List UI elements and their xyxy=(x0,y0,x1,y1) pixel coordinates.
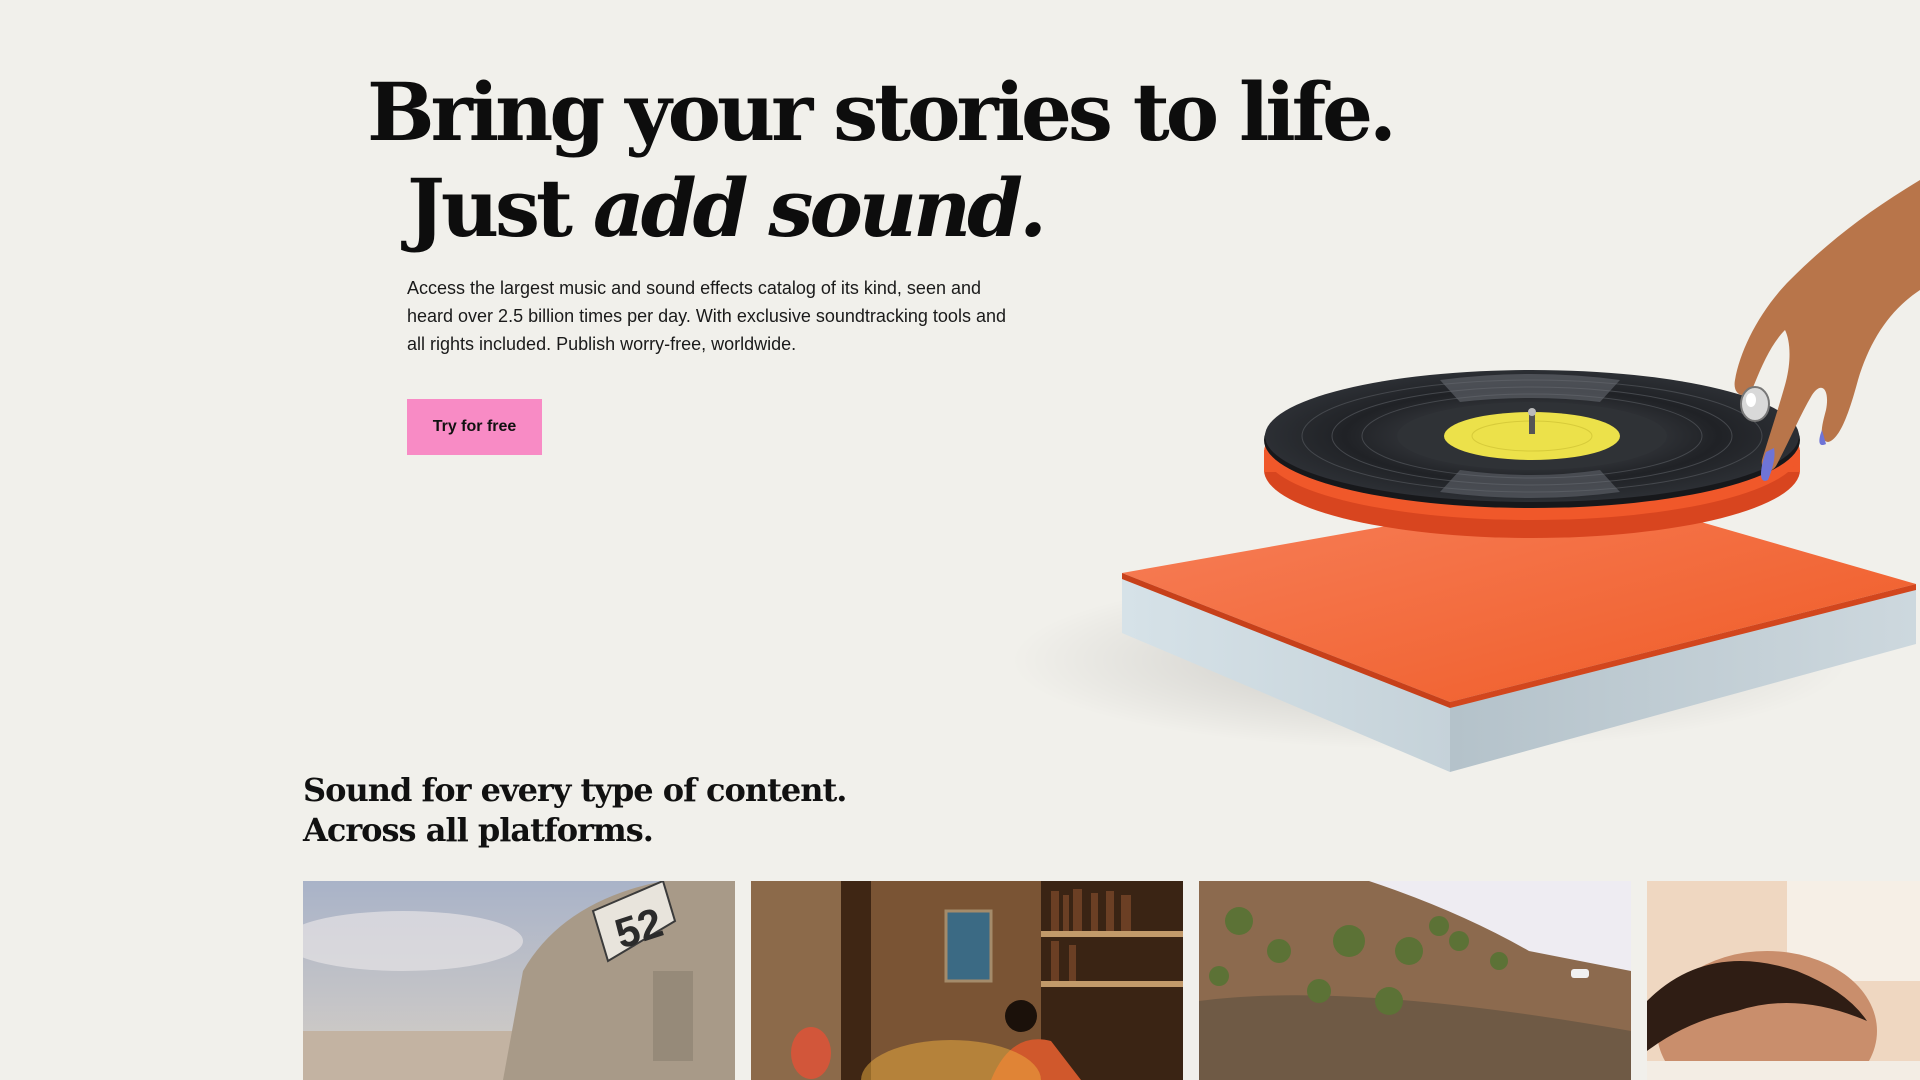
section-title-line1: Sound for every type of content. xyxy=(303,771,847,809)
section-title: Sound for every type of content. Across … xyxy=(303,770,847,850)
turntable-illustration xyxy=(1010,180,1920,772)
race-car-thumbnail: 52 xyxy=(303,881,735,1080)
hillside-thumbnail xyxy=(1199,881,1631,1080)
content-card-hillside[interactable] xyxy=(1199,881,1631,1080)
content-card-race-car[interactable]: 52 xyxy=(303,881,735,1080)
content-card-living-room[interactable] xyxy=(751,881,1183,1080)
hero-title-plain: Just xyxy=(407,161,593,255)
try-for-free-button[interactable]: Try for free xyxy=(407,399,542,455)
section-title-line2: Across all platforms. xyxy=(303,811,654,849)
living-room-thumbnail xyxy=(751,881,1183,1080)
hero-title-italic: add sound. xyxy=(592,161,1047,255)
content-card-person-resting[interactable] xyxy=(1647,881,1920,1080)
hero-description: Access the largest music and sound effec… xyxy=(407,278,1006,354)
person-resting-thumbnail xyxy=(1647,881,1920,1080)
content-card-carousel[interactable]: 52 xyxy=(303,881,1920,1080)
